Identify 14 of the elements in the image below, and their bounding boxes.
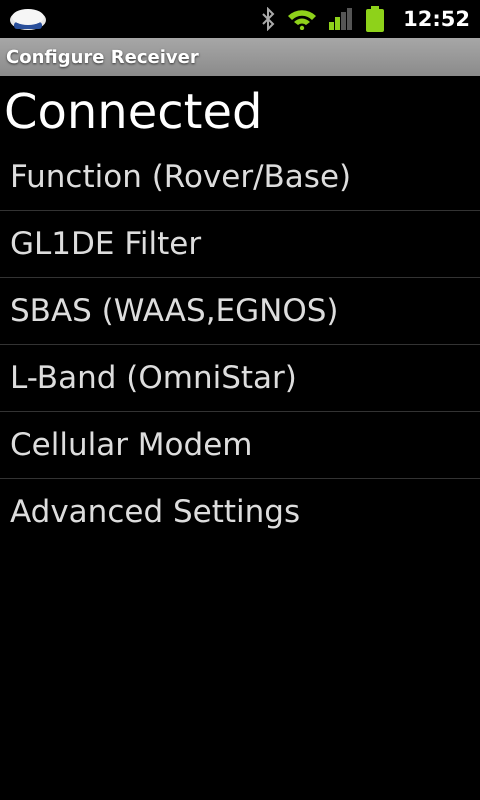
clock: 12:52 — [403, 7, 470, 31]
menu-item[interactable]: GL1DE Filter — [0, 211, 480, 278]
connection-status: Connected — [3, 83, 264, 142]
wifi-icon — [287, 8, 318, 30]
receiver-icon — [8, 6, 48, 32]
menu-item[interactable]: SBAS (WAAS,EGNOS) — [0, 278, 480, 345]
menu-item[interactable]: Function (Rover/Base) — [0, 144, 480, 211]
bluetooth-icon — [261, 7, 276, 31]
menu-item[interactable]: L-Band (OmniStar) — [0, 345, 480, 412]
signal-icon — [329, 8, 354, 30]
battery-icon — [365, 6, 386, 32]
window-title: Configure Receiver — [6, 46, 199, 68]
menu-item[interactable]: Advanced Settings — [0, 479, 480, 545]
menu-item[interactable]: Cellular Modem — [0, 412, 480, 479]
